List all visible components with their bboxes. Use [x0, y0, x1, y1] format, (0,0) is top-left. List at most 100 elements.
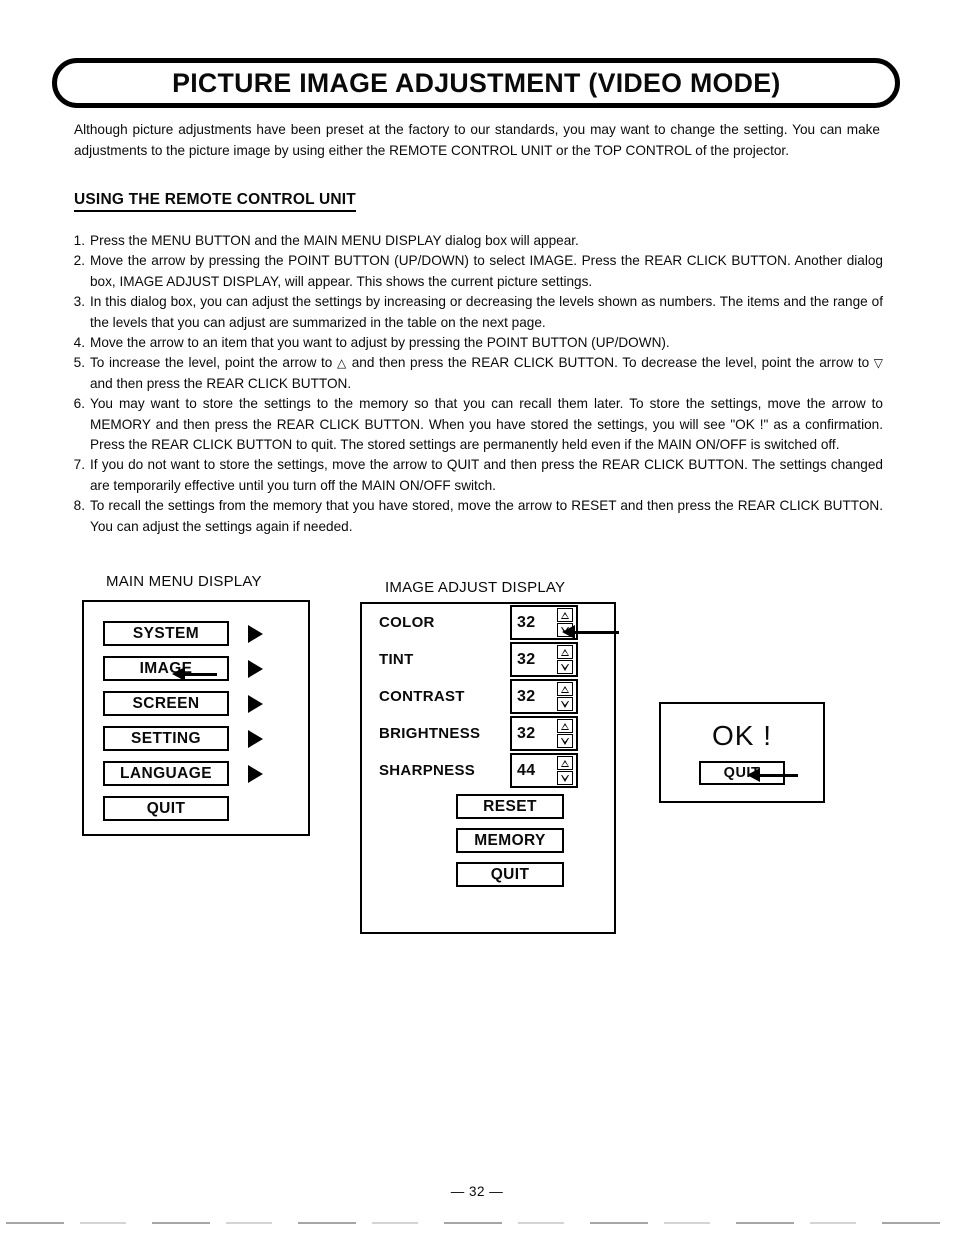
menu-item-quit[interactable]: QUIT — [103, 796, 229, 821]
adjust-label-color: COLOR — [379, 614, 435, 631]
stepper-down-icon[interactable] — [557, 771, 573, 785]
step-text: If you do not want to store the settings… — [90, 457, 883, 493]
reset-button[interactable]: RESET — [456, 794, 564, 819]
steps-list: 1. Press the MENU BUTTON and the MAIN ME… — [68, 231, 883, 537]
step-text: Press the MENU BUTTON and the MAIN MENU … — [90, 233, 579, 248]
step-text: You may want to store the settings to th… — [90, 396, 883, 453]
ok-message: OK ! — [711, 720, 772, 751]
main-menu-row: SYSTEM — [84, 616, 308, 651]
main-menu-caption: MAIN MENU DISPLAY — [106, 573, 262, 590]
adjust-row-contrast: CONTRAST 32 — [362, 678, 614, 715]
ok-quit-button[interactable]: QUIT — [699, 761, 785, 785]
stepper-brightness — [557, 719, 573, 748]
main-menu-row: SCREEN — [84, 686, 308, 721]
list-item: 2. Move the arrow by pressing the POINT … — [68, 251, 883, 292]
stepper-up-icon[interactable] — [557, 608, 573, 622]
adjust-value-tint: 32 — [517, 650, 536, 668]
stepper-contrast — [557, 682, 573, 711]
list-item: 8. To recall the settings from the memor… — [68, 496, 883, 537]
list-item: 4. Move the arrow to an item that you wa… — [68, 333, 883, 353]
adjust-value-color: 32 — [517, 613, 536, 631]
memory-button[interactable]: MEMORY — [456, 828, 564, 853]
page-title: PICTURE IMAGE ADJUSTMENT (VIDEO MODE) — [171, 67, 781, 98]
triangle-right-icon — [248, 659, 263, 678]
adjust-actions: RESET MEMORY QUIT — [362, 789, 614, 887]
step-number: 7. — [73, 457, 85, 473]
stepper-tint — [557, 645, 573, 674]
list-item: 5. To increase the level, point the arro… — [68, 353, 883, 394]
menu-item-screen[interactable]: SCREEN — [103, 691, 229, 716]
step-text: To increase the level, point the arrow t… — [90, 353, 883, 394]
menu-item-system[interactable]: SYSTEM — [103, 621, 229, 646]
adjust-value-sharpness: 44 — [517, 761, 536, 779]
triangle-right-icon — [248, 694, 263, 713]
adjust-row-color: COLOR 32 — [362, 604, 614, 641]
adjust-field-tint[interactable]: 32 — [510, 642, 578, 677]
list-item: 3. In this dialog box, you can adjust th… — [68, 292, 883, 333]
stepper-up-icon[interactable] — [557, 645, 573, 659]
adjust-row-sharpness: SHARPNESS 44 — [362, 752, 614, 789]
step-text: Move the arrow by pressing the POINT BUT… — [90, 253, 883, 289]
main-menu-row: SETTING — [84, 721, 308, 756]
triangle-down-icon: ▽ — [873, 356, 884, 371]
step-number: 1. — [73, 233, 85, 248]
document-page: PICTURE IMAGE ADJUSTMENT (VIDEO MODE) Al… — [0, 0, 954, 1235]
step-number: 3. — [73, 294, 85, 310]
list-item: 1. Press the MENU BUTTON and the MAIN ME… — [68, 231, 883, 251]
scan-artifact-line — [6, 1222, 946, 1224]
image-adjust-display: COLOR 32 TINT 32 CONTRAST 32 BRIGHTNESS … — [360, 602, 616, 934]
stepper-color — [557, 608, 573, 637]
stepper-up-icon[interactable] — [557, 682, 573, 696]
adjust-row-tint: TINT 32 — [362, 641, 614, 678]
main-menu-row: QUIT — [84, 791, 308, 826]
main-menu-display: SYSTEM IMAGE SCREEN SETTING LANGUAGE QUI… — [82, 600, 310, 836]
triangle-right-icon — [248, 624, 263, 643]
intro-paragraph: Although picture adjustments have been p… — [74, 122, 880, 158]
triangle-right-icon — [248, 729, 263, 748]
list-item: 6. You may want to store the settings to… — [68, 394, 883, 455]
page-title-banner: PICTURE IMAGE ADJUSTMENT (VIDEO MODE) — [52, 58, 900, 108]
adjust-field-contrast[interactable]: 32 — [510, 679, 578, 714]
adjust-label-contrast: CONTRAST — [379, 688, 465, 705]
page-number: — 32 — — [450, 1184, 504, 1199]
adjust-row-brightness: BRIGHTNESS 32 — [362, 715, 614, 752]
stepper-sharpness — [557, 756, 573, 785]
intro-paragraph-block: Although picture adjustments have been p… — [74, 120, 880, 161]
adjust-label-brightness: BRIGHTNESS — [379, 725, 481, 742]
triangle-up-icon: △ — [337, 356, 348, 371]
adjust-value-contrast: 32 — [517, 687, 536, 705]
step-number: 2. — [73, 253, 85, 269]
menu-item-language[interactable]: LANGUAGE — [103, 761, 229, 786]
stepper-down-icon[interactable] — [557, 697, 573, 711]
step-text: To recall the settings from the memory t… — [90, 498, 883, 534]
stepper-down-icon[interactable] — [557, 623, 573, 637]
adjust-field-sharpness[interactable]: 44 — [510, 753, 578, 788]
main-menu-row: IMAGE — [84, 651, 308, 686]
triangle-right-icon — [248, 764, 263, 783]
step-text-part3: and then press the REAR CLICK BUTTON. — [90, 375, 352, 391]
step-number: 5. — [73, 355, 85, 371]
menu-item-setting[interactable]: SETTING — [103, 726, 229, 751]
step-text-part2: and then press the REAR CLICK BUTTON. To… — [347, 355, 874, 371]
step-text-part1: To increase the level, point the arrow t… — [90, 355, 337, 371]
step-number: 4. — [73, 335, 85, 351]
stepper-down-icon[interactable] — [557, 660, 573, 674]
stepper-up-icon[interactable] — [557, 756, 573, 770]
step-text: Move the arrow to an item that you want … — [90, 335, 670, 351]
adjust-label-tint: TINT — [379, 651, 414, 668]
menu-item-image[interactable]: IMAGE — [103, 656, 229, 681]
main-menu-row: LANGUAGE — [84, 756, 308, 791]
stepper-down-icon[interactable] — [557, 734, 573, 748]
adjust-label-sharpness: SHARPNESS — [379, 762, 476, 779]
step-text: In this dialog box, you can adjust the s… — [90, 294, 883, 330]
stepper-up-icon[interactable] — [557, 719, 573, 733]
adjust-field-brightness[interactable]: 32 — [510, 716, 578, 751]
quit-button[interactable]: QUIT — [456, 862, 564, 887]
step-number: 8. — [73, 498, 85, 514]
section-heading: USING THE REMOTE CONTROL UNIT — [74, 191, 356, 212]
list-item: 7. If you do not want to store the setti… — [68, 455, 883, 496]
image-adjust-caption: IMAGE ADJUST DISPLAY — [385, 579, 566, 596]
ok-confirmation-dialog: OK ! QUIT — [659, 702, 825, 803]
adjust-field-color[interactable]: 32 — [510, 605, 578, 640]
step-number: 6. — [73, 396, 85, 412]
